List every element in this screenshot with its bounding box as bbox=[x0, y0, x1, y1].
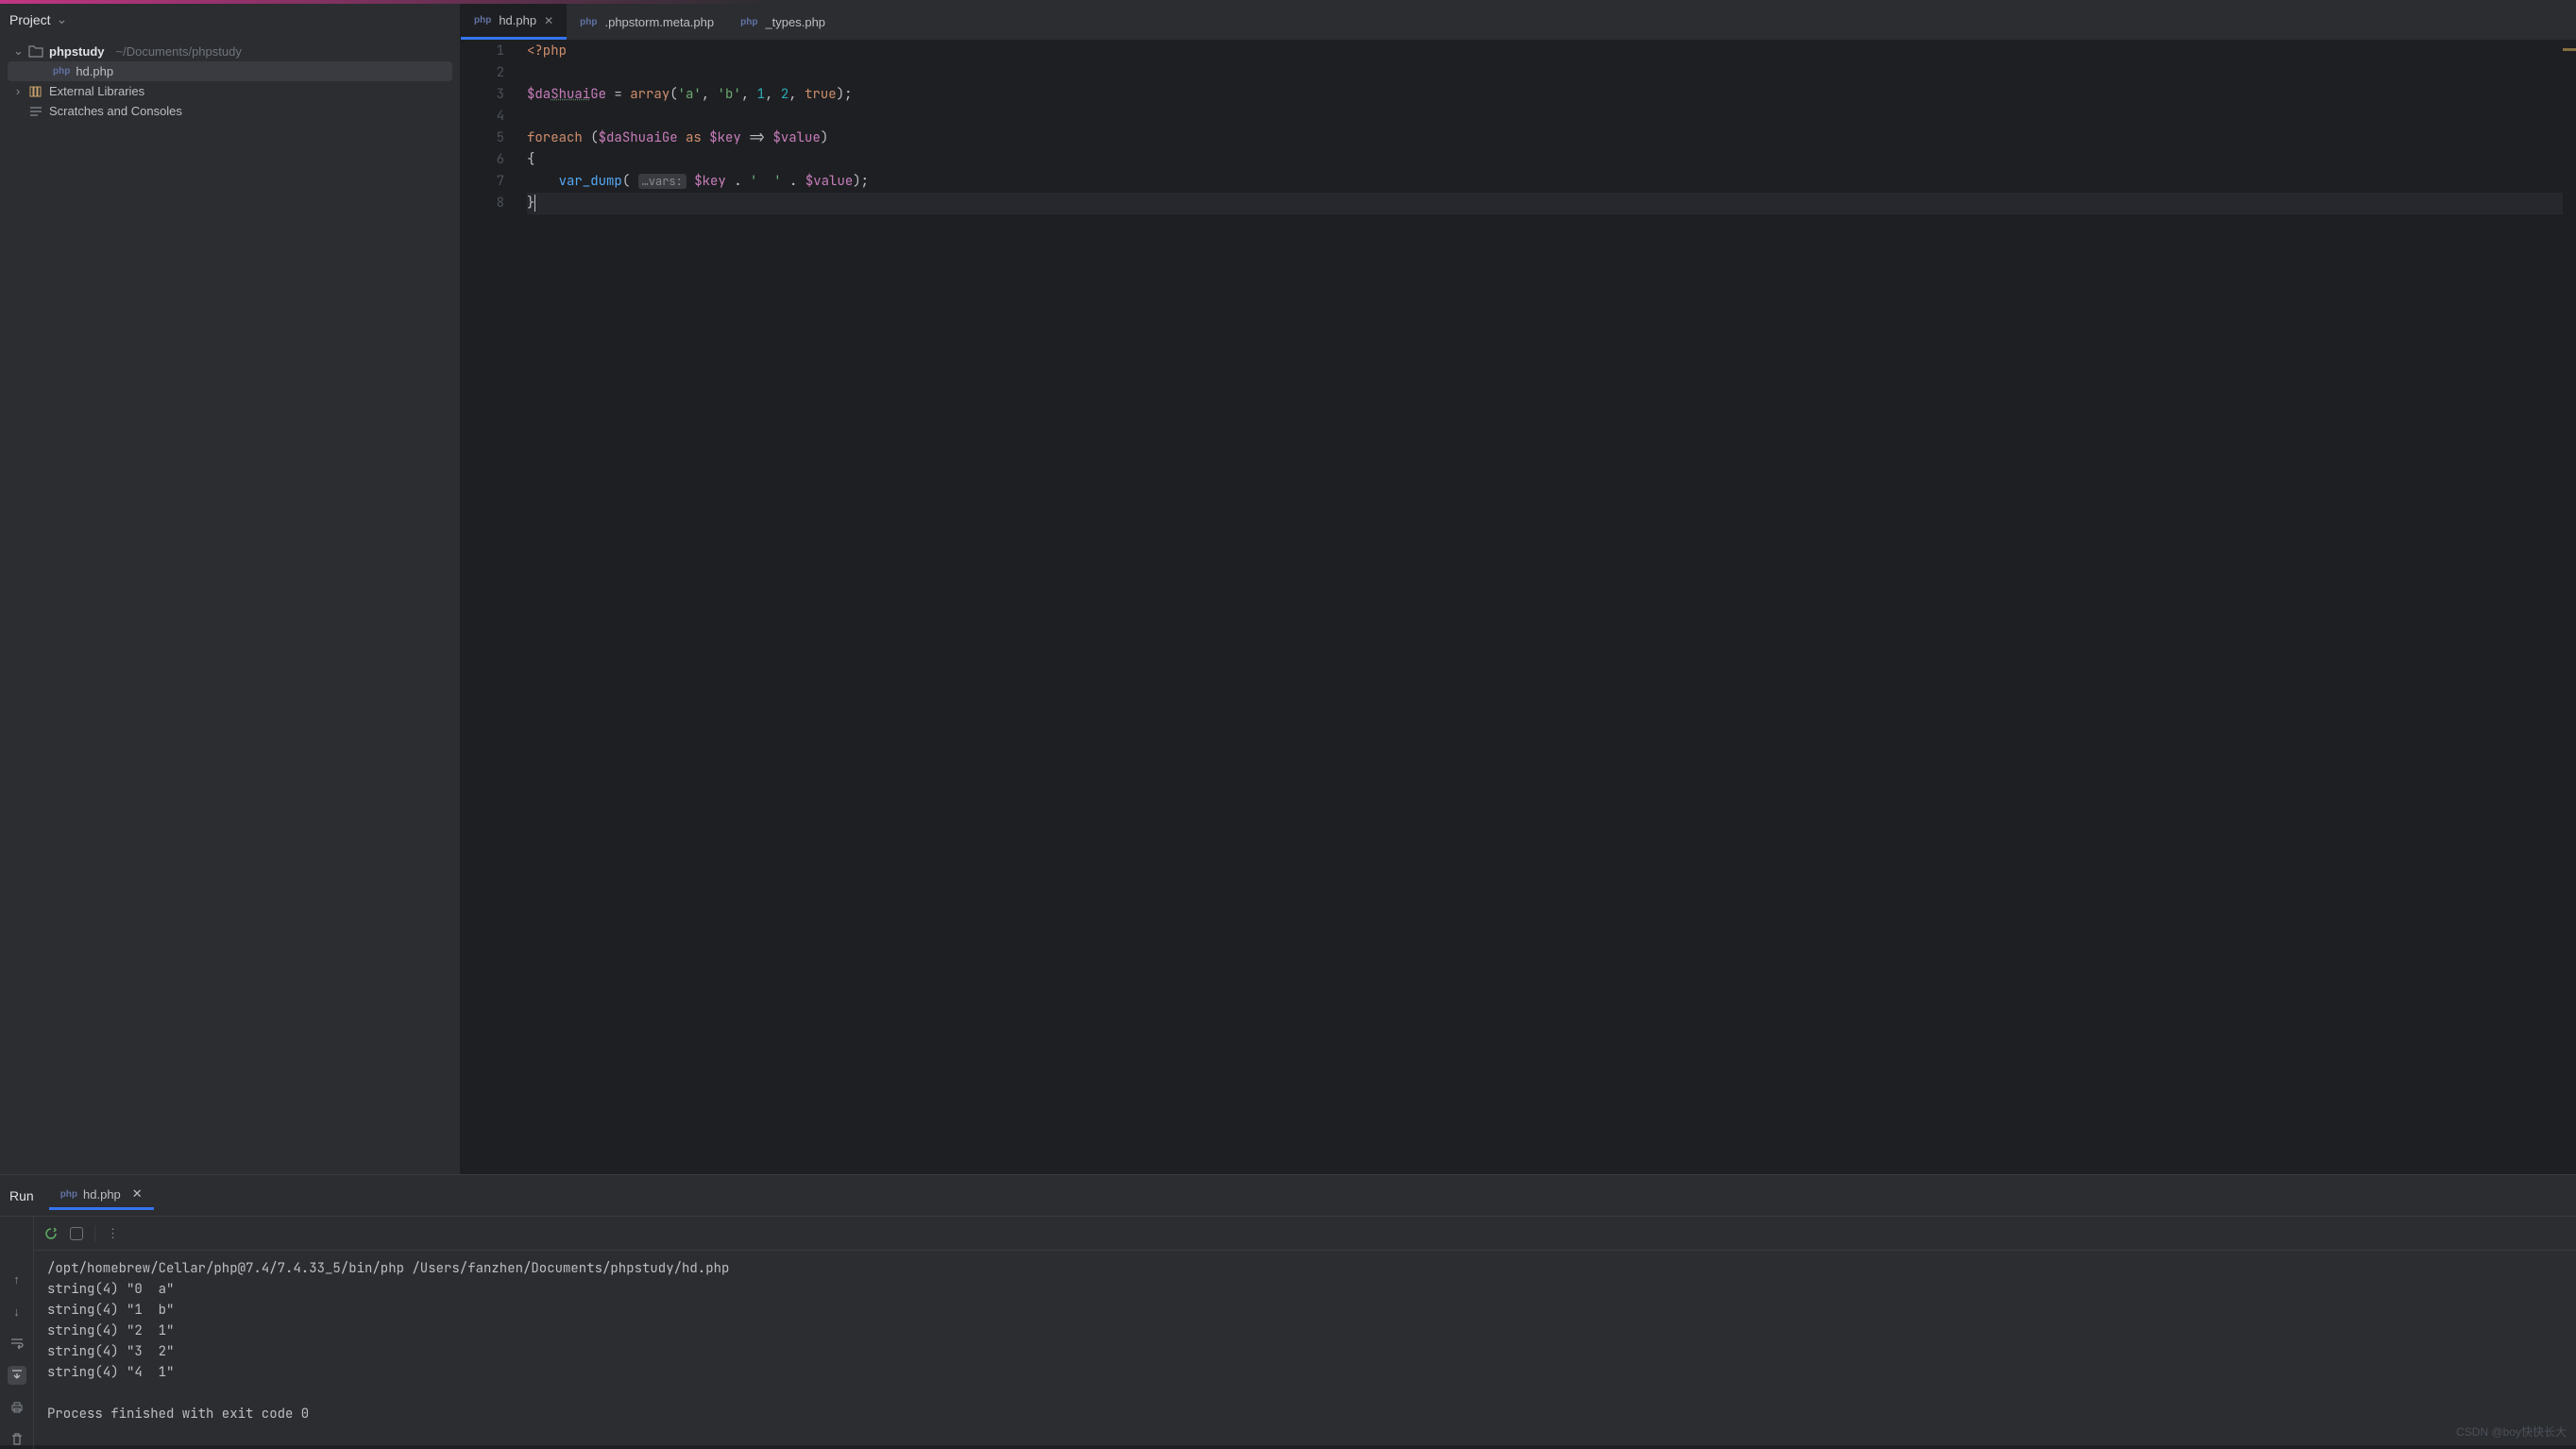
watermark: CSDN @boy快快长大 bbox=[2456, 1423, 2567, 1440]
chevron-right-icon[interactable]: › bbox=[13, 84, 23, 98]
file-item-hd[interactable]: php hd.php bbox=[8, 61, 452, 81]
scroll-up-icon[interactable]: ↑ bbox=[8, 1270, 26, 1288]
run-toolbar: ⋮ bbox=[34, 1217, 2576, 1251]
more-icon[interactable]: ⋮ bbox=[107, 1226, 121, 1241]
run-label[interactable]: Run bbox=[9, 1188, 49, 1203]
project-root-name: phpstudy bbox=[49, 44, 105, 59]
file-name: hd.php bbox=[76, 64, 113, 78]
close-icon[interactable]: ✕ bbox=[132, 1186, 143, 1202]
tab-label: hd.php bbox=[499, 13, 536, 27]
trash-icon[interactable] bbox=[8, 1430, 26, 1449]
editor-panel: php hd.php ✕ php .phpstorm.meta.php php … bbox=[461, 4, 2576, 1174]
project-tree: ⌄ phpstudy ~/Documents/phpstudy php hd.p… bbox=[0, 35, 460, 1174]
tab-label: .phpstorm.meta.php bbox=[604, 15, 714, 29]
project-root-path: ~/Documents/phpstudy bbox=[116, 44, 242, 59]
library-icon bbox=[28, 85, 43, 98]
php-file-icon: php bbox=[60, 1189, 77, 1200]
soft-wrap-icon[interactable] bbox=[8, 1334, 26, 1353]
run-tab-name: hd.php bbox=[83, 1187, 121, 1202]
project-panel-header[interactable]: Project ⌄ bbox=[0, 4, 460, 35]
chevron-down-icon: ⌄ bbox=[57, 11, 68, 27]
main-area: Project ⌄ ⌄ phpstudy ~/Documents/phpstud… bbox=[0, 4, 2576, 1174]
rerun-icon[interactable] bbox=[43, 1226, 59, 1241]
close-icon[interactable]: ✕ bbox=[544, 14, 553, 27]
project-panel: Project ⌄ ⌄ phpstudy ~/Documents/phpstud… bbox=[0, 4, 461, 1174]
php-file-icon: php bbox=[53, 66, 70, 77]
tab-label: _types.php bbox=[765, 15, 825, 29]
print-icon[interactable] bbox=[8, 1398, 26, 1417]
run-content: ⋮ /opt/homebrew/Cellar/php@7.4/7.4.33_5/… bbox=[34, 1217, 2576, 1449]
run-sidebar: ↑ ↓ bbox=[0, 1217, 34, 1449]
external-libraries-label: External Libraries bbox=[49, 84, 144, 98]
editor-scrollbar-rail[interactable] bbox=[2563, 41, 2576, 1174]
run-panel: Run php hd.php ✕ ↑ ↓ bbox=[0, 1174, 2576, 1445]
scratches-label: Scratches and Consoles bbox=[49, 104, 182, 118]
separator bbox=[94, 1225, 95, 1242]
run-header: Run php hd.php ✕ bbox=[0, 1175, 2576, 1216]
project-title: Project bbox=[9, 12, 51, 27]
run-tab[interactable]: php hd.php ✕ bbox=[49, 1181, 154, 1210]
php-file-icon: php bbox=[580, 17, 597, 27]
scroll-down-icon[interactable]: ↓ bbox=[8, 1302, 26, 1321]
scratches-consoles[interactable]: › Scratches and Consoles bbox=[8, 101, 452, 121]
php-file-icon: php bbox=[474, 15, 491, 26]
folder-icon bbox=[28, 44, 43, 58]
external-libraries[interactable]: › External Libraries bbox=[8, 81, 452, 101]
code-editor[interactable]: 1234 5678 <?php $daShuaiGe = array('a', … bbox=[461, 41, 2576, 1174]
scratches-icon bbox=[28, 105, 43, 118]
run-output[interactable]: /opt/homebrew/Cellar/php@7.4/7.4.33_5/bi… bbox=[34, 1251, 2576, 1449]
project-root[interactable]: ⌄ phpstudy ~/Documents/phpstudy bbox=[8, 41, 452, 61]
warning-mark[interactable] bbox=[2563, 48, 2576, 51]
code-content[interactable]: <?php $daShuaiGe = array('a', 'b', 1, 2,… bbox=[527, 41, 2563, 1174]
scroll-to-end-icon[interactable] bbox=[8, 1366, 26, 1385]
editor-tabs: php hd.php ✕ php .phpstorm.meta.php php … bbox=[461, 4, 2576, 41]
gutter: 1234 5678 bbox=[461, 41, 527, 1174]
tab-phpstorm-meta[interactable]: php .phpstorm.meta.php bbox=[567, 4, 727, 40]
php-file-icon: php bbox=[740, 17, 757, 27]
chevron-down-icon[interactable]: ⌄ bbox=[13, 43, 23, 59]
inlay-hint: …vars: bbox=[638, 174, 686, 189]
text-cursor bbox=[534, 195, 535, 212]
stop-icon[interactable] bbox=[70, 1227, 83, 1240]
tab-hd-php[interactable]: php hd.php ✕ bbox=[461, 4, 567, 40]
run-body: ↑ ↓ ⋮ /opt/homebr bbox=[0, 1216, 2576, 1449]
tab-types-php[interactable]: php _types.php bbox=[727, 4, 839, 40]
